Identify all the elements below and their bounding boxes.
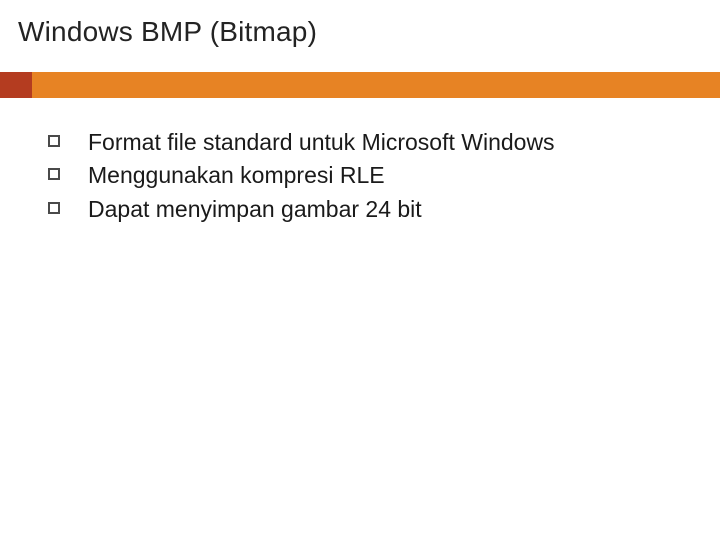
square-bullet-icon (48, 135, 60, 147)
bullet-text: Menggunakan kompresi RLE (88, 161, 385, 190)
square-bullet-icon (48, 202, 60, 214)
accent-bar-prefix (0, 72, 32, 98)
list-item: Dapat menyimpan gambar 24 bit (48, 195, 680, 224)
list-item: Format file standard untuk Microsoft Win… (48, 128, 680, 157)
accent-bar (0, 72, 720, 98)
slide-title: Windows BMP (Bitmap) (18, 16, 720, 48)
bullet-text: Format file standard untuk Microsoft Win… (88, 128, 555, 157)
bullet-text: Dapat menyimpan gambar 24 bit (88, 195, 422, 224)
content-area: Format file standard untuk Microsoft Win… (48, 128, 680, 228)
title-area: Windows BMP (Bitmap) (0, 0, 720, 48)
list-item: Menggunakan kompresi RLE (48, 161, 680, 190)
slide: Windows BMP (Bitmap) Format file standar… (0, 0, 720, 540)
square-bullet-icon (48, 168, 60, 180)
